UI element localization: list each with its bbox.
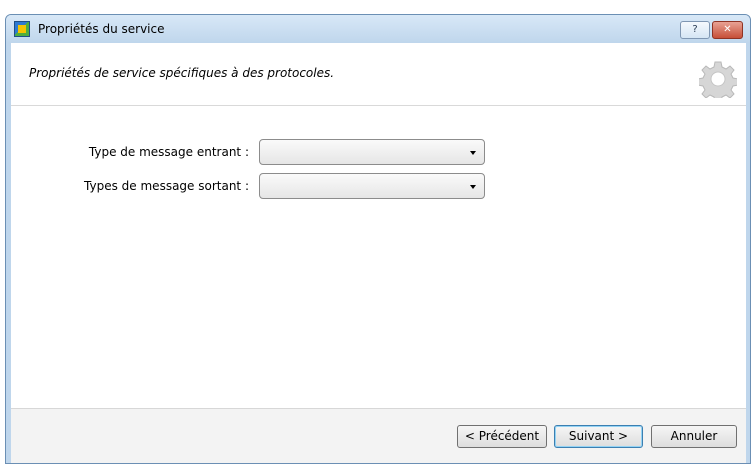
close-button[interactable]: ✕ [712,21,743,39]
help-icon: ? [692,24,698,35]
chevron-down-icon [470,151,476,155]
outgoing-message-types-label: Types de message sortant : [84,179,249,193]
close-icon: ✕ [723,24,732,35]
button-bar: < Précédent Suivant > Annuler [11,408,746,463]
window-title: Propriétés du service [38,22,165,36]
title-bar: Propriétés du service ? ✕ [6,15,750,43]
previous-button[interactable]: < Précédent [457,425,547,448]
application-icon [14,21,30,37]
dialog-window: Propriétés du service ? ✕ Propriétés de … [5,14,751,464]
page-subtitle: Propriétés de service spécifiques à des … [29,66,335,80]
next-button[interactable]: Suivant > [554,425,643,448]
chevron-down-icon [470,185,476,189]
gear-icon [699,61,737,98]
incoming-message-type-label: Type de message entrant : [88,145,249,159]
help-button[interactable]: ? [680,21,710,39]
cancel-button[interactable]: Annuler [651,425,737,448]
content-panel: Type de message entrant : Types de messa… [11,106,746,408]
header-panel: Propriétés de service spécifiques à des … [11,43,746,106]
outgoing-message-types-dropdown[interactable] [259,173,485,199]
incoming-message-type-dropdown[interactable] [259,139,485,165]
